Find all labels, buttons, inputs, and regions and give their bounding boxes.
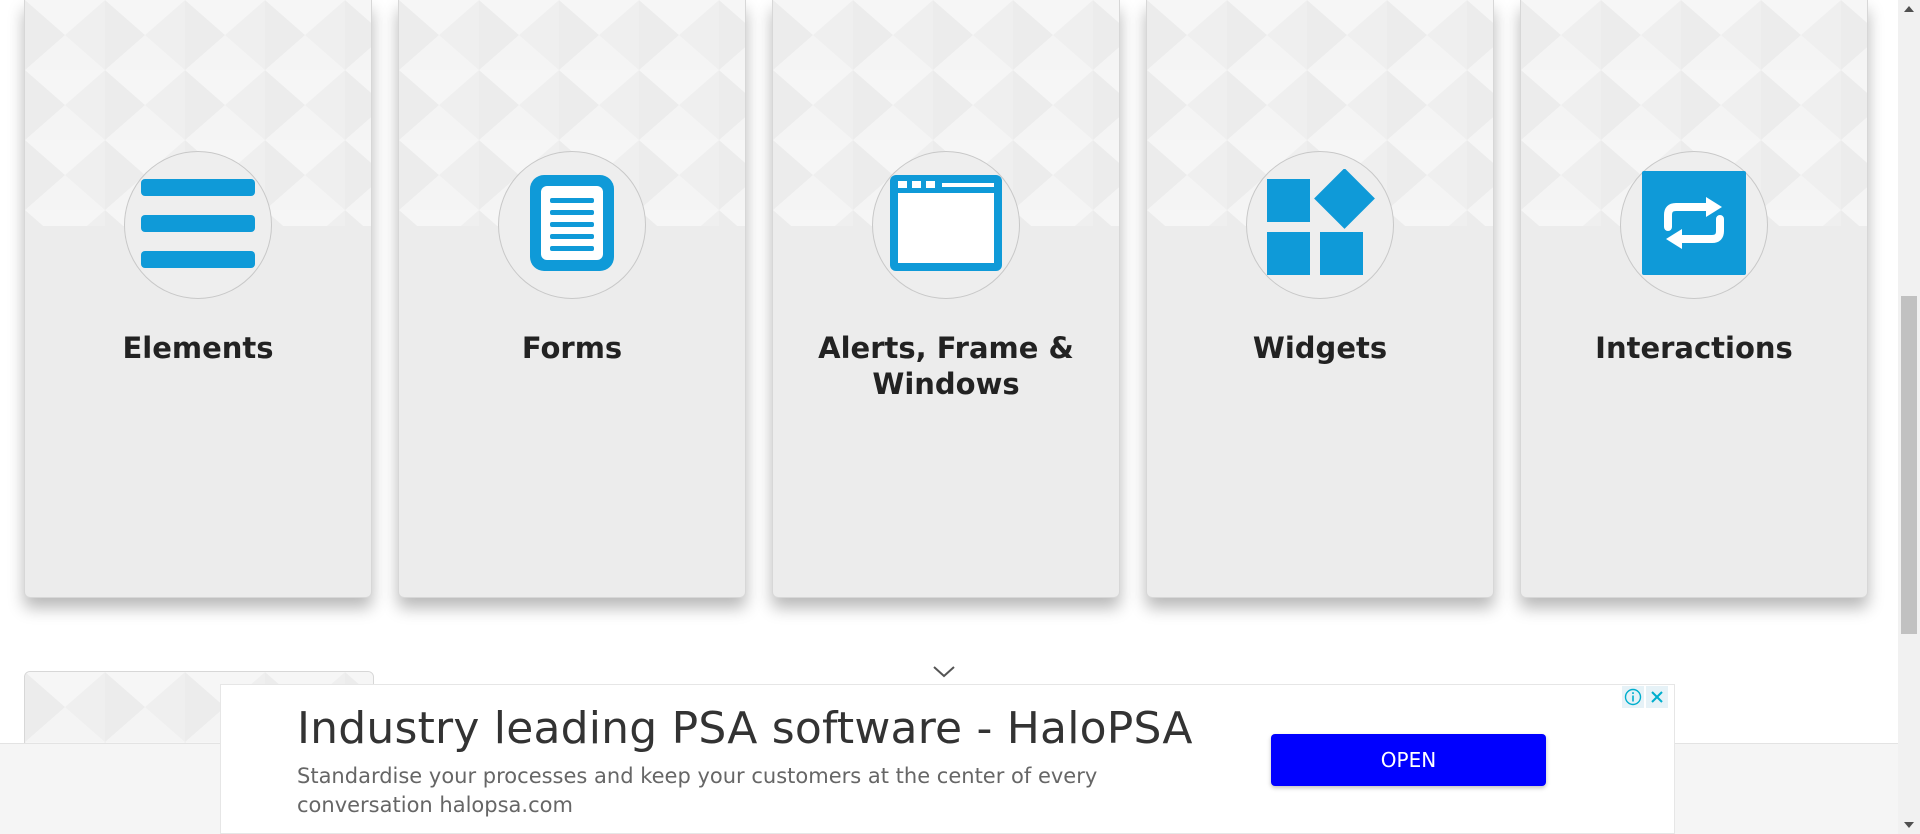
card-title: Elements: [122, 331, 274, 365]
ad-headline[interactable]: Industry leading PSA software - HaloPSA: [297, 702, 1193, 756]
card-avatar: [498, 151, 646, 299]
vertical-scrollbar[interactable]: [1898, 0, 1920, 834]
card-alerts-frame-windows[interactable]: Alerts, Frame & Windows: [772, 0, 1120, 598]
card-title: Widgets: [1252, 331, 1388, 365]
page-content: Elements Forms Alerts, Frame & Windows W…: [0, 0, 1898, 834]
close-icon[interactable]: [1646, 686, 1668, 708]
card-title: Forms: [521, 331, 623, 365]
card-avatar: [1620, 151, 1768, 299]
document-icon: [528, 173, 616, 278]
card-elements[interactable]: Elements: [24, 0, 372, 598]
ad-open-button[interactable]: OPEN: [1271, 734, 1546, 786]
list-icon: [139, 173, 257, 278]
card-widgets[interactable]: Widgets: [1146, 0, 1494, 598]
card-interactions[interactable]: Interactions: [1520, 0, 1868, 598]
card-avatar: [1246, 151, 1394, 299]
widgets-grid-icon: [1265, 167, 1375, 282]
card-avatar: [124, 151, 272, 299]
card-avatar: [872, 151, 1020, 299]
card-forms[interactable]: Forms: [398, 0, 746, 598]
scroll-down-arrow-icon[interactable]: [1898, 816, 1920, 834]
ad-banner[interactable]: Industry leading PSA software - HaloPSA …: [220, 684, 1675, 834]
card-title: Interactions: [1595, 331, 1793, 365]
card-title: Alerts, Frame & Windows: [818, 331, 1074, 401]
scrollbar-thumb[interactable]: [1901, 296, 1917, 634]
ad-description: Standardise your processes and keep your…: [297, 764, 1098, 817]
info-icon[interactable]: [1622, 686, 1644, 708]
browser-window-icon: [888, 173, 1004, 278]
chevron-down-icon[interactable]: [932, 664, 956, 680]
repeat-arrows-icon: [1642, 170, 1746, 280]
scroll-up-arrow-icon[interactable]: [1898, 0, 1920, 18]
